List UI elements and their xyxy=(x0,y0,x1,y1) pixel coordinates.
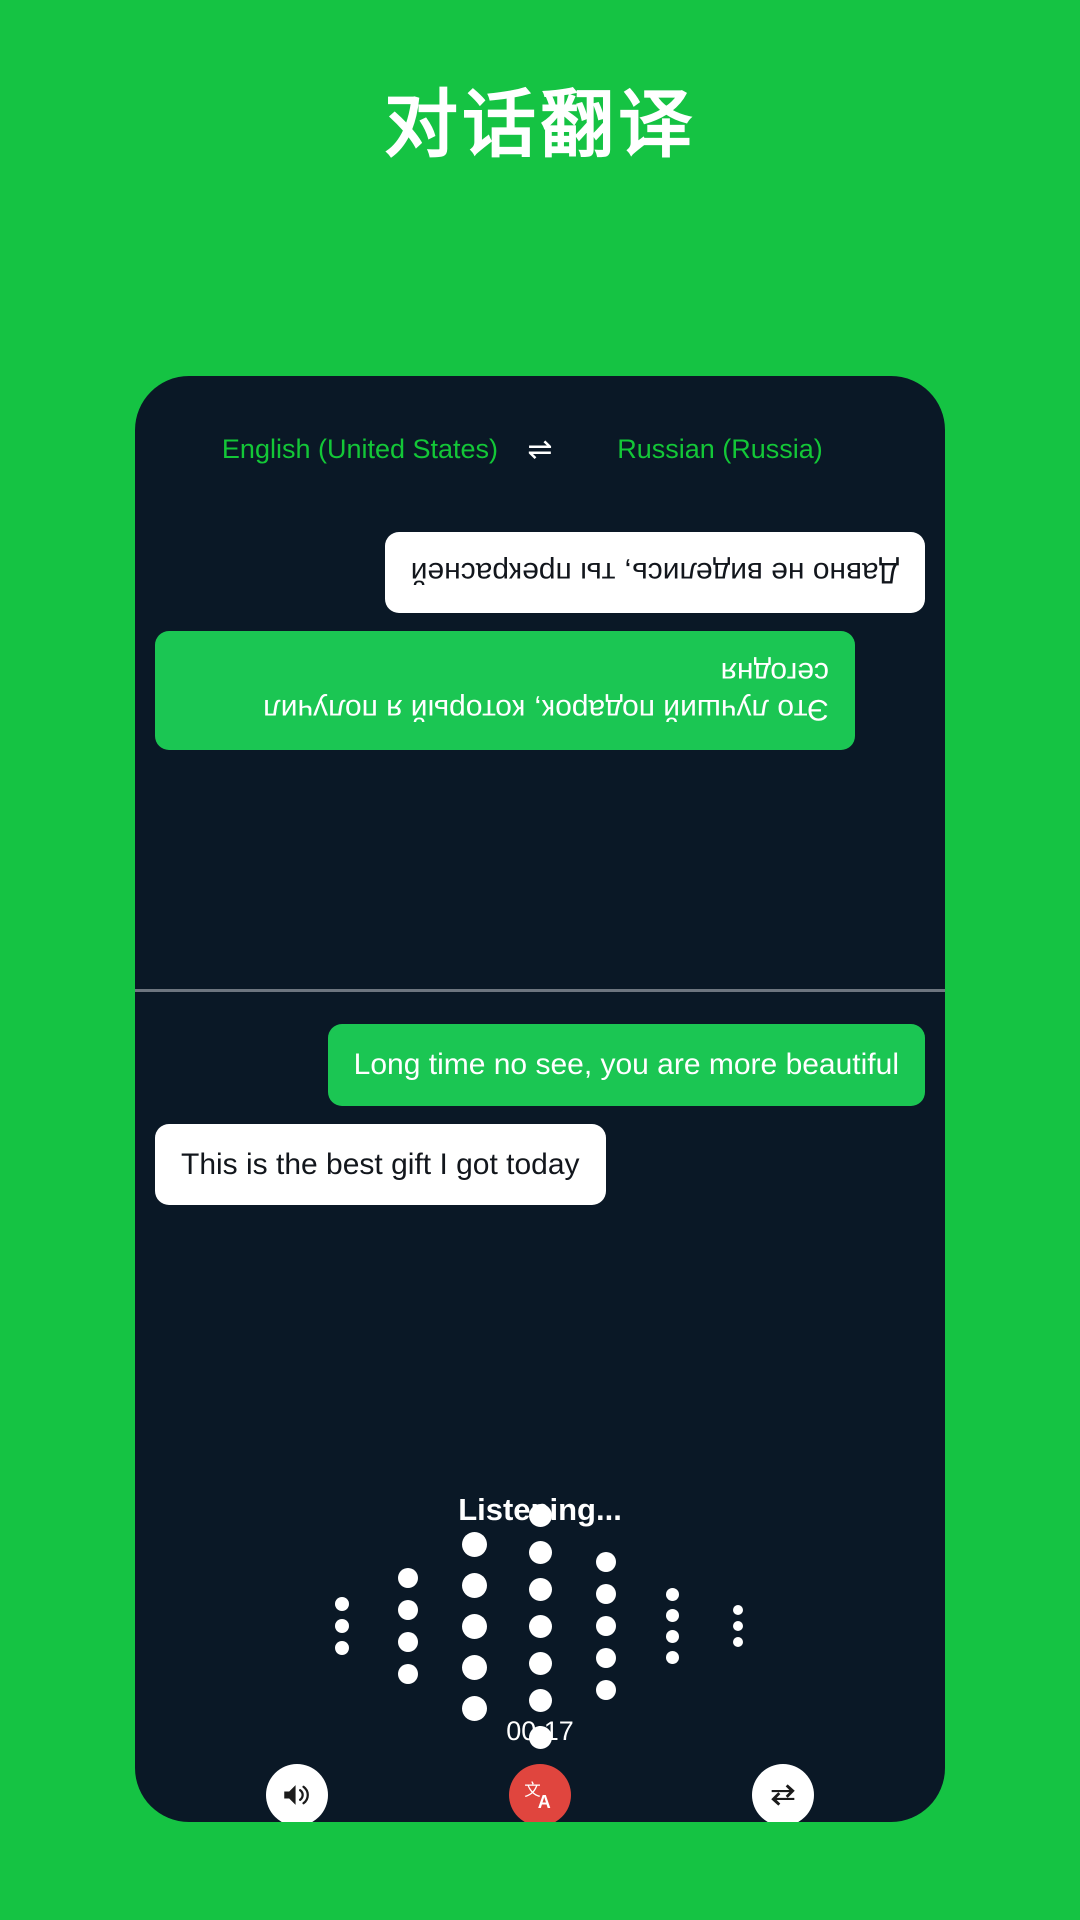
toggle-button[interactable]: Toggle xyxy=(668,1764,898,1822)
waveform-column xyxy=(705,1602,771,1650)
message-bubble-source[interactable]: Long time no see, you are more beautiful xyxy=(327,1024,925,1106)
waveform-dot xyxy=(596,1616,616,1636)
waveform-column xyxy=(375,1562,441,1690)
waveform-dot xyxy=(335,1597,349,1611)
waveform-column xyxy=(639,1584,705,1668)
conversation-panel-bottom: Long time no see, you are more beautiful… xyxy=(135,996,945,1456)
waveform-dot xyxy=(461,1654,487,1680)
message-bubble-translated[interactable]: Это лучший подарок, который я получил се… xyxy=(155,631,855,751)
swap-horizontal-icon[interactable]: ⇌ xyxy=(510,434,570,465)
waveform-dot xyxy=(596,1680,616,1700)
control-bar: Speaker is on 文 A Quit Toggle xyxy=(135,1764,945,1822)
speaker-button[interactable]: Speaker is on xyxy=(182,1764,412,1822)
svg-text:A: A xyxy=(538,1792,551,1812)
waveform-dot xyxy=(528,1614,552,1638)
message-row: Давно не виделись, ты прекрасней xyxy=(155,514,925,614)
waveform-dot xyxy=(665,1630,679,1643)
waveform-dot xyxy=(528,1577,552,1601)
waveform-dot xyxy=(398,1664,418,1684)
waveform-dot xyxy=(733,1621,743,1631)
waveform-dot xyxy=(335,1641,349,1655)
target-language-button[interactable]: Russian (Russia) xyxy=(570,434,870,465)
message-bubble-translated[interactable]: Давно не виделись, ты прекрасней xyxy=(384,532,925,614)
waveform-dot xyxy=(398,1568,418,1588)
waveform-dot xyxy=(665,1651,679,1664)
waveform-dot xyxy=(665,1609,679,1622)
waveform-dot xyxy=(596,1584,616,1604)
waveform-dot xyxy=(528,1688,552,1712)
waveform-dot xyxy=(596,1648,616,1668)
message-row: Это лучший подарок, который я получил се… xyxy=(155,614,925,751)
waveform-dot xyxy=(461,1572,487,1598)
translate-icon: 文 A xyxy=(508,1764,571,1822)
waveform-dot xyxy=(733,1605,743,1615)
waveform-dot xyxy=(528,1651,552,1675)
message-row: Long time no see, you are more beautiful xyxy=(155,1024,925,1124)
language-selector-bar: English (United States) ⇌ Russian (Russi… xyxy=(135,434,945,465)
waveform-dot xyxy=(398,1632,418,1652)
waveform-column xyxy=(309,1593,375,1659)
waveform-dot xyxy=(528,1503,552,1527)
phone-card: English (United States) ⇌ Russian (Russi… xyxy=(135,376,945,1822)
waveform-column xyxy=(573,1546,639,1706)
audio-waveform-visualizer xyxy=(135,1503,945,1749)
waveform-dot xyxy=(461,1613,487,1639)
message-bubble-source[interactable]: This is the best gift I got today xyxy=(155,1123,606,1205)
waveform-dot xyxy=(733,1637,743,1647)
waveform-dot xyxy=(398,1600,418,1620)
waveform-dot xyxy=(528,1540,552,1564)
waveform-dot xyxy=(665,1588,679,1601)
waveform-dot xyxy=(596,1552,616,1572)
waveform-dot xyxy=(461,1531,487,1557)
panel-divider xyxy=(135,989,945,992)
source-language-button[interactable]: English (United States) xyxy=(210,434,510,465)
message-row: This is the best gift I got today xyxy=(155,1123,925,1224)
quit-button[interactable]: 文 A Quit xyxy=(425,1764,655,1822)
speaker-on-icon xyxy=(265,1764,328,1822)
repeat-swap-icon xyxy=(752,1764,815,1822)
page-title: 对话翻译 xyxy=(384,83,696,166)
waveform-column xyxy=(441,1524,507,1729)
waveform-dot xyxy=(335,1619,349,1633)
conversation-panel-top: Это лучший подарок, который я получил се… xyxy=(135,496,945,994)
recording-timer: 00:17 xyxy=(506,1716,574,1746)
